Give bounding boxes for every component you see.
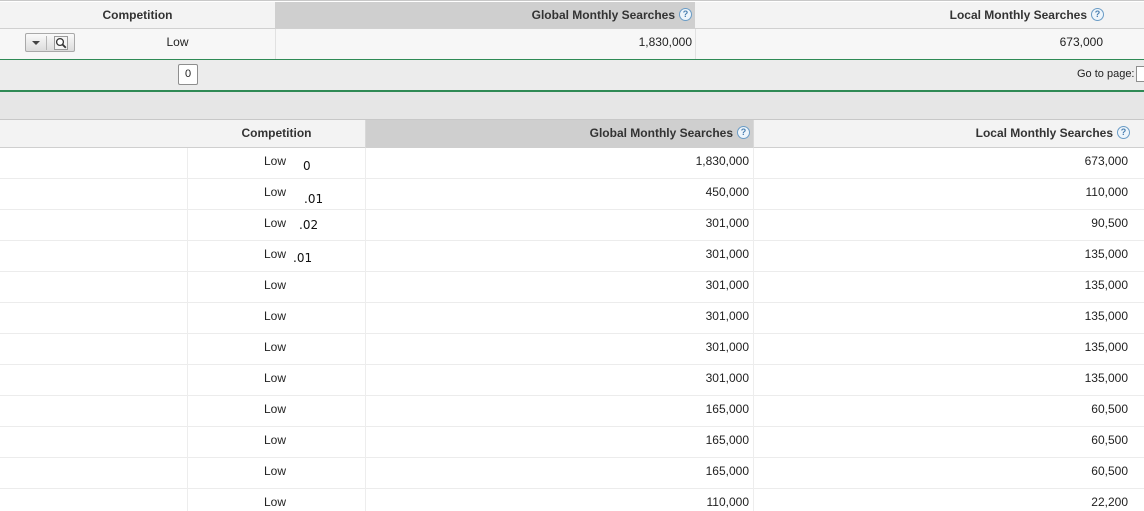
column-header-competition[interactable]: Competition bbox=[188, 120, 365, 147]
global-searches-cell: 110,000 bbox=[706, 495, 750, 509]
magnifier-icon[interactable] bbox=[54, 36, 68, 50]
column-header-competition[interactable]: Competition bbox=[0, 2, 275, 28]
global-searches-cell: 301,000 bbox=[705, 309, 749, 323]
help-icon[interactable]: ? bbox=[1091, 8, 1104, 22]
global-searches-cell: 1,830,000 bbox=[695, 154, 749, 168]
global-searches-cell: 165,000 bbox=[705, 433, 749, 447]
column-header-global-monthly-searches[interactable]: Global Monthly Searches? bbox=[365, 120, 753, 147]
column-header-global-monthly-searches[interactable]: Global Monthly Searches? bbox=[275, 2, 695, 28]
annotation-note: .01 bbox=[293, 251, 313, 265]
annotation-note: 0 bbox=[303, 159, 311, 173]
global-searches-cell: 1,830,000 bbox=[638, 35, 692, 49]
competition-cell: Low bbox=[263, 278, 286, 292]
chevron-down-icon[interactable] bbox=[32, 41, 40, 45]
table-row: Low 110,000 22,200 bbox=[0, 489, 1144, 511]
column-divider bbox=[365, 148, 366, 511]
local-searches-cell: 90,500 bbox=[1091, 216, 1128, 230]
local-searches-cell: 135,000 bbox=[1084, 371, 1128, 385]
toolbar-band bbox=[0, 92, 1144, 120]
pagination-bar: 0 Go to page: bbox=[0, 60, 1144, 90]
goto-page-input[interactable] bbox=[1136, 66, 1144, 82]
competition-cell: Low bbox=[263, 433, 286, 447]
table-row: Low 165,000 60,500 bbox=[0, 458, 1144, 489]
column-divider bbox=[753, 120, 754, 148]
help-icon[interactable]: ? bbox=[1117, 126, 1130, 140]
local-searches-cell: 135,000 bbox=[1084, 247, 1128, 261]
competition-cell: Low bbox=[263, 340, 286, 354]
competition-cell: Low bbox=[166, 35, 189, 49]
button-separator bbox=[46, 36, 47, 50]
table-row: Low 301,000 135,000 bbox=[0, 303, 1144, 334]
main-table-header: Competition Global Monthly Searches? Loc… bbox=[0, 120, 1144, 148]
table-row: Low 301,000 135,000 bbox=[0, 365, 1144, 396]
global-searches-cell: 301,000 bbox=[705, 247, 749, 261]
local-searches-cell: 22,200 bbox=[1091, 495, 1128, 509]
local-searches-cell: 60,500 bbox=[1091, 433, 1128, 447]
local-searches-cell: 60,500 bbox=[1091, 402, 1128, 416]
competition-cell: Low bbox=[263, 464, 286, 478]
main-table-body: Low 1,830,000 673,000 Low 450,000 110,000 Low 3… bbox=[0, 148, 1144, 511]
competition-cell: Low bbox=[263, 402, 286, 416]
global-searches-cell: 165,000 bbox=[705, 464, 749, 478]
local-searches-cell: 135,000 bbox=[1084, 278, 1128, 292]
table-row: Low 301,000 135,000 bbox=[0, 272, 1144, 303]
column-divider bbox=[753, 148, 754, 511]
table-row: Low 301,000 135,000 bbox=[0, 241, 1144, 272]
table-row: Low 165,000 60,500 bbox=[0, 427, 1144, 458]
top-table-header: Competition Global Monthly Searches? Loc… bbox=[0, 2, 1144, 29]
competition-cell: Low bbox=[263, 154, 286, 168]
competition-cell: Low bbox=[263, 216, 286, 230]
page-number-button[interactable]: 0 bbox=[178, 64, 198, 85]
local-searches-cell: 60,500 bbox=[1091, 464, 1128, 478]
table-row: Low 450,000 110,000 bbox=[0, 179, 1144, 210]
table-row: Low 1,830,000 673,000 bbox=[0, 148, 1144, 179]
table-row: Low 165,000 60,500 bbox=[0, 396, 1144, 427]
column-header-local-monthly-searches[interactable]: Local Monthly Searches? bbox=[753, 120, 1144, 147]
competition-cell: Low bbox=[263, 185, 286, 199]
local-searches-cell: 673,000 bbox=[1084, 154, 1128, 168]
local-searches-cell: 110,000 bbox=[1085, 185, 1129, 199]
global-searches-cell: 301,000 bbox=[705, 278, 749, 292]
top-results-table: Competition Global Monthly Searches? Loc… bbox=[0, 0, 1144, 61]
help-icon[interactable]: ? bbox=[679, 8, 692, 22]
table-row: Low 301,000 90,500 bbox=[0, 210, 1144, 241]
goto-page-label: Go to page: bbox=[1077, 68, 1135, 80]
row-action-button-group[interactable] bbox=[25, 33, 75, 52]
global-searches-cell: 301,000 bbox=[705, 371, 749, 385]
global-searches-cell: 301,000 bbox=[705, 340, 749, 354]
annotation-note: .02 bbox=[299, 218, 319, 232]
annotation-note: .01 bbox=[304, 192, 324, 206]
column-divider bbox=[365, 120, 366, 148]
local-searches-cell: 673,000 bbox=[1059, 35, 1103, 49]
global-searches-cell: 450,000 bbox=[705, 185, 749, 199]
global-searches-cell: 301,000 bbox=[705, 216, 749, 230]
local-searches-cell: 135,000 bbox=[1084, 340, 1128, 354]
competition-cell: Low bbox=[263, 495, 286, 509]
local-searches-cell: 135,000 bbox=[1084, 309, 1128, 323]
competition-cell: Low bbox=[263, 371, 286, 385]
column-divider bbox=[187, 148, 188, 511]
global-searches-cell: 165,000 bbox=[705, 402, 749, 416]
help-icon[interactable]: ? bbox=[737, 126, 750, 140]
table-row: Low 301,000 135,000 bbox=[0, 334, 1144, 365]
competition-cell: Low bbox=[263, 309, 286, 323]
competition-cell: Low bbox=[263, 247, 286, 261]
column-header-local-monthly-searches[interactable]: Local Monthly Searches? bbox=[695, 2, 1144, 28]
table-row: Low 1,830,000 673,000 bbox=[0, 29, 1144, 59]
